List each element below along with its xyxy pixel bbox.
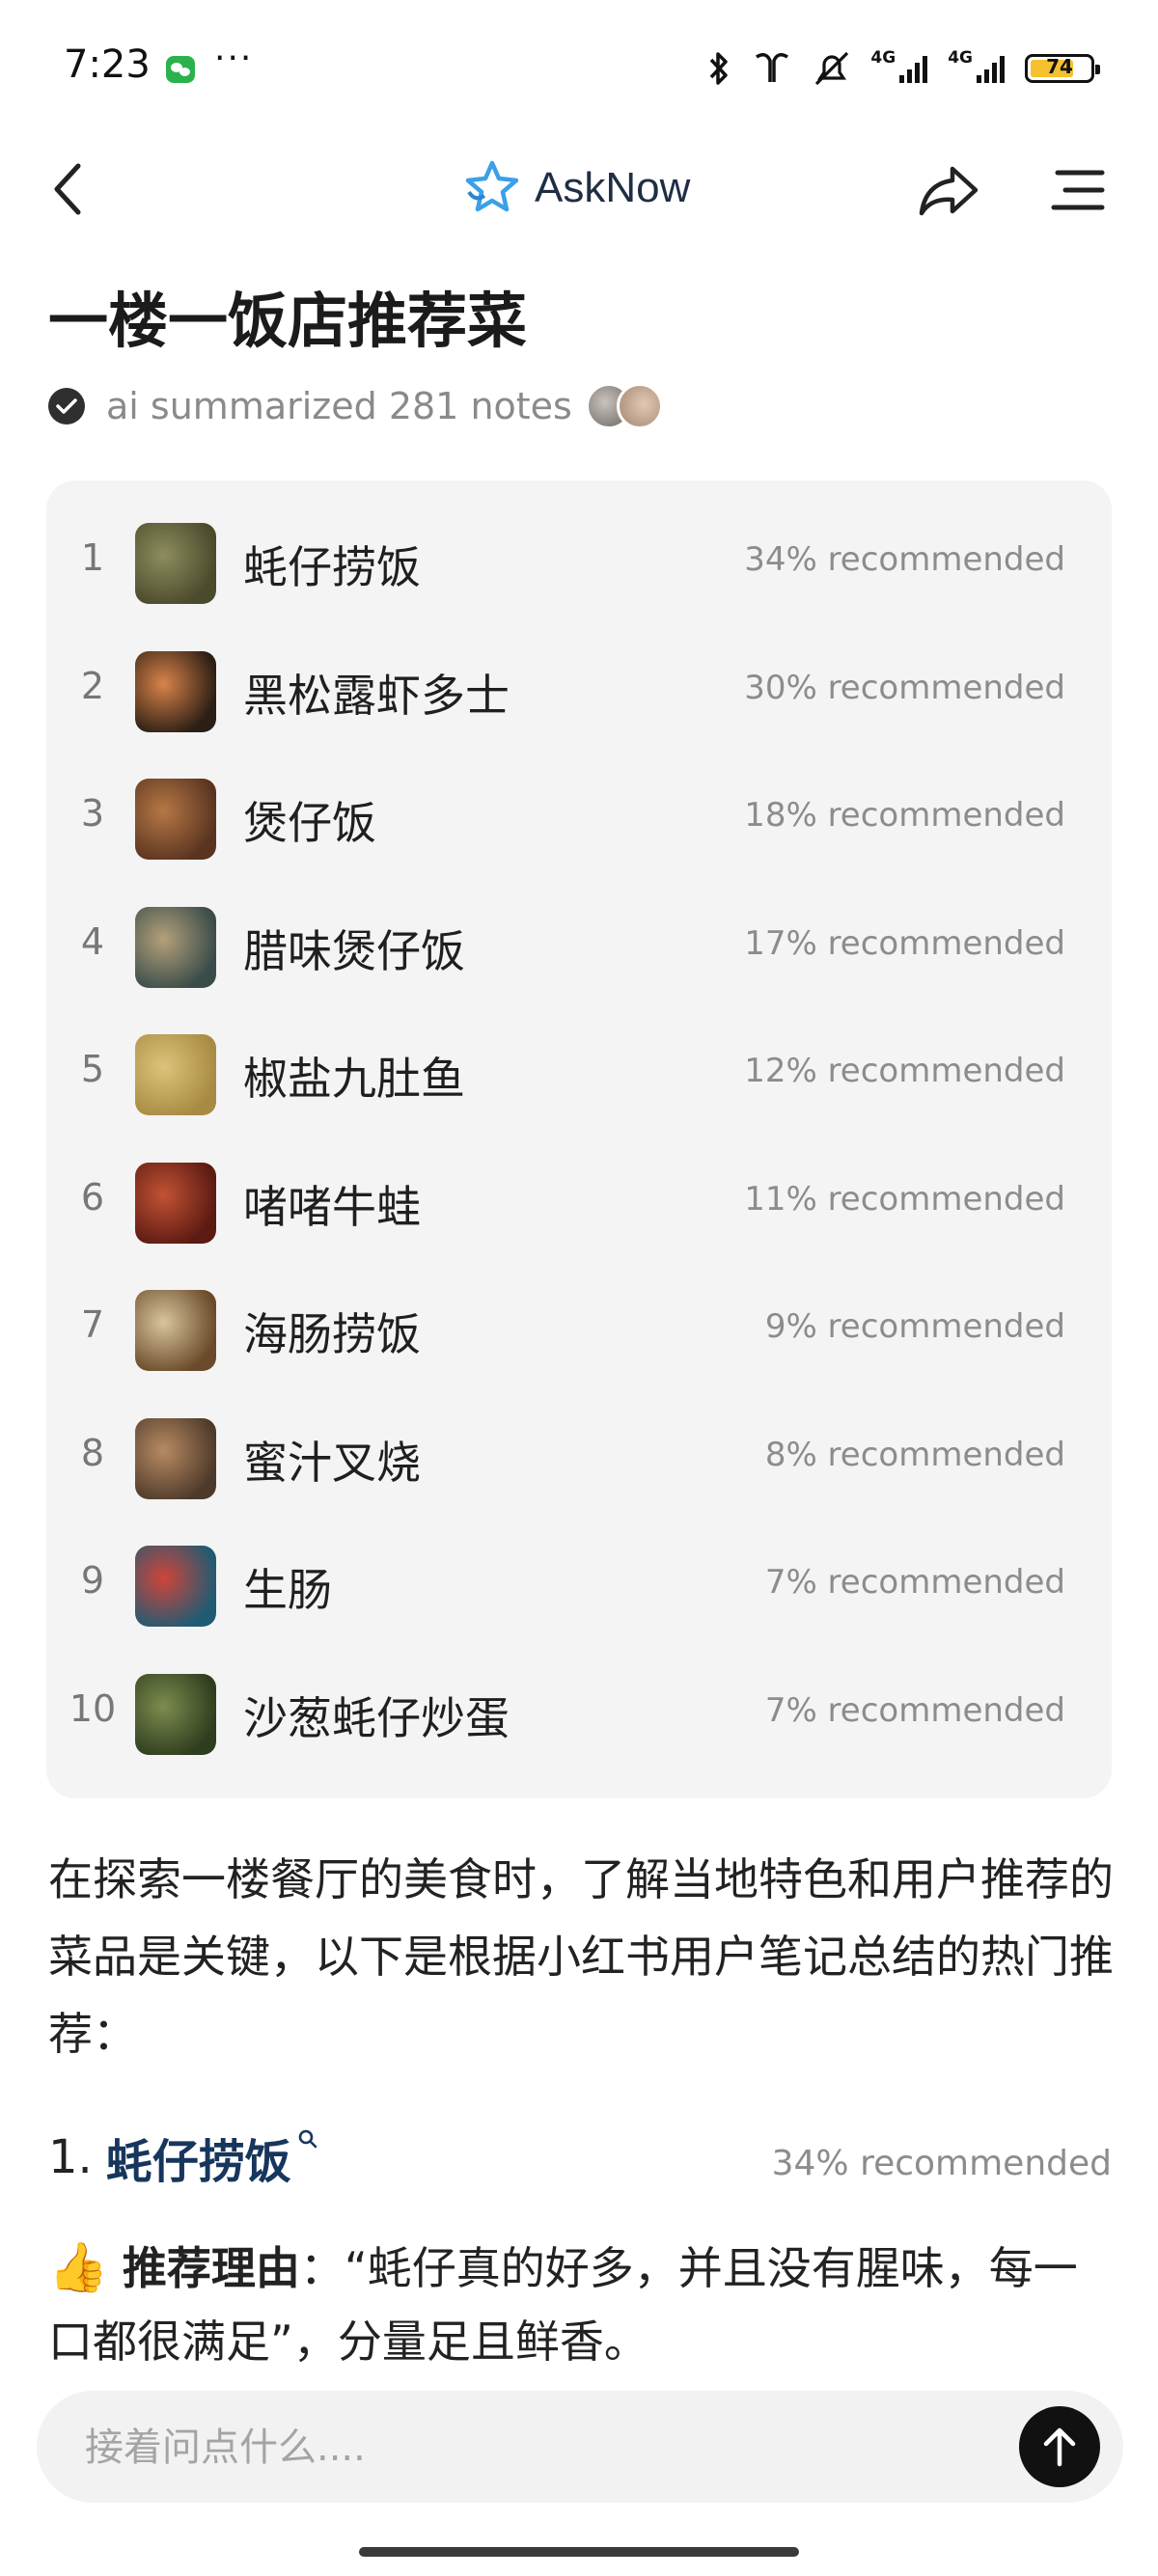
- share-button[interactable]: [913, 154, 984, 226]
- dish-thumbnail: [135, 1417, 216, 1499]
- mute-icon: [815, 51, 849, 86]
- rank-number: 5: [80, 1048, 105, 1090]
- ranking-row[interactable]: 9 生肠 7% recommended: [46, 1522, 1112, 1650]
- dish-name: 生肠: [243, 1564, 332, 1616]
- network-type-2: 4G: [948, 48, 973, 68]
- check-icon: [48, 388, 85, 425]
- back-button[interactable]: [35, 151, 102, 228]
- ranking-row[interactable]: 3 煲仔饭 18% recommended: [46, 755, 1112, 883]
- recommendation-ranking: 1 蚝仔捞饭 34% recommended 2 黑松露虾多士 30% recommend…: [46, 480, 1112, 1798]
- dish-name: 海肠捞饭: [243, 1308, 421, 1360]
- dish-thumbnail: [135, 1546, 216, 1627]
- ranking-row[interactable]: 8 蜜汁叉烧 8% recommended: [46, 1395, 1112, 1522]
- intro-paragraph: 在探索一楼餐厅的美食时，了解当地特色和用户推荐的菜品是关键，以下是根据小红书用户…: [48, 1853, 1114, 2060]
- ranking-row[interactable]: 1 蚝仔捞饭 34% recommended: [46, 500, 1112, 627]
- wechat-icon: [166, 56, 195, 83]
- recommend-percent: 18% recommended: [744, 796, 1065, 835]
- ranking-row[interactable]: 4 腊味煲仔饭 17% recommended: [46, 884, 1112, 1011]
- dish-name: 沙葱蚝仔炒蛋: [243, 1691, 510, 1744]
- status-icons: 4G 4G 74: [704, 46, 1100, 91]
- avatar-group: [585, 383, 663, 429]
- rank-number: 1: [80, 536, 105, 579]
- dish-thumbnail: [135, 523, 216, 604]
- recommend-percent: 8% recommended: [764, 1435, 1065, 1474]
- dish-thumbnail: [135, 1034, 216, 1115]
- dish-thumbnail: [135, 1673, 216, 1755]
- menu-button[interactable]: [1042, 154, 1114, 226]
- dish-thumbnail: [135, 650, 216, 732]
- section-recommend-percent: 34% recommended: [771, 2144, 1112, 2183]
- dish-thumbnail: [135, 1162, 216, 1244]
- recommend-percent: 12% recommended: [744, 1052, 1065, 1090]
- rank-number: 6: [80, 1175, 105, 1219]
- search-icon[interactable]: [297, 2128, 318, 2150]
- section-heading: 1. 蚝仔捞饭: [48, 2119, 318, 2196]
- rank-number: 7: [80, 1303, 105, 1346]
- network-type-1: 4G: [870, 48, 896, 68]
- ranking-row[interactable]: 10 沙葱蚝仔炒蛋 7% recommended: [46, 1651, 1112, 1778]
- dish-search-link[interactable]: 蚝仔捞饭: [106, 2124, 291, 2191]
- status-time: 7:23: [64, 42, 151, 87]
- dish-name: 腊味煲仔饭: [243, 924, 465, 977]
- share-icon: [919, 166, 979, 216]
- battery-icon: 74: [1025, 54, 1100, 83]
- more-icon: ···: [214, 39, 254, 78]
- recommend-percent: 34% recommended: [744, 540, 1065, 579]
- reason-label: 推荐理由: [122, 2242, 300, 2294]
- dish-thumbnail: [135, 779, 216, 860]
- dish-name: 蜜汁叉烧: [243, 1436, 421, 1489]
- ranking-row[interactable]: 7 海肠捞饭 9% recommended: [46, 1267, 1112, 1394]
- battery-percent: 74: [1046, 55, 1073, 78]
- avatar: [616, 383, 663, 429]
- status-bar: 7:23 ··· 4G 4G 74: [0, 0, 1158, 135]
- summary-text: ai summarized 281 notes: [106, 385, 572, 427]
- dish-name: 椒盐九肚鱼: [243, 1053, 465, 1105]
- recommend-percent: 11% recommended: [744, 1179, 1065, 1219]
- brand-name: AskNow: [535, 164, 691, 211]
- rank-number: 3: [80, 792, 105, 835]
- nav-bar: AskNow: [0, 135, 1158, 241]
- thumbs-up-icon: 👍: [48, 2239, 109, 2295]
- rank-number: 2: [80, 664, 105, 707]
- signal-icon: [899, 56, 928, 83]
- bluetooth-icon: [710, 52, 729, 85]
- send-button[interactable]: [1019, 2406, 1100, 2487]
- signal-icon: [977, 56, 1005, 83]
- menu-icon: [1051, 170, 1105, 210]
- dish-name: 啫啫牛蛙: [243, 1180, 421, 1233]
- ask-input[interactable]: [83, 2414, 955, 2481]
- asknow-logo-icon: [465, 160, 519, 212]
- recommend-percent: 7% recommended: [764, 1690, 1065, 1730]
- dish-thumbnail: [135, 1290, 216, 1371]
- dish-name: 蚝仔捞饭: [243, 541, 421, 593]
- back-icon: [54, 163, 81, 215]
- dish-thumbnail: [135, 906, 216, 988]
- brand: AskNow: [463, 145, 690, 232]
- rank-number: 10: [69, 1686, 117, 1730]
- recommend-percent: 30% recommended: [744, 668, 1065, 707]
- recommend-percent: 7% recommended: [764, 1563, 1065, 1602]
- dish-name: 煲仔饭: [243, 797, 376, 849]
- summary-row[interactable]: ai summarized 281 notes: [48, 382, 663, 430]
- recommend-percent: 9% recommended: [764, 1307, 1065, 1346]
- ask-bar: [37, 2391, 1123, 2503]
- earbuds-icon: [756, 53, 789, 82]
- arrow-up-icon: [1043, 2427, 1076, 2467]
- home-indicator: [359, 2547, 799, 2557]
- ranking-row[interactable]: 2 黑松露虾多士 30% recommended: [46, 628, 1112, 755]
- rank-number: 9: [80, 1559, 105, 1602]
- rank-number: 4: [80, 919, 105, 963]
- page-title: 一楼一饭店推荐菜: [48, 286, 528, 356]
- section-number: 1.: [48, 2130, 93, 2184]
- ranking-row[interactable]: 6 啫啫牛蛙 11% recommended: [46, 1139, 1112, 1267]
- reason-paragraph: 👍 推荐理由：“蚝仔真的好多，并且没有腥味，每一口都很满足”，分量足且鲜香。: [48, 2231, 1119, 2378]
- dish-name: 黑松露虾多士: [243, 669, 510, 722]
- rank-number: 8: [80, 1431, 105, 1474]
- recommend-percent: 17% recommended: [744, 923, 1065, 963]
- ranking-row[interactable]: 5 椒盐九肚鱼 12% recommended: [46, 1011, 1112, 1138]
